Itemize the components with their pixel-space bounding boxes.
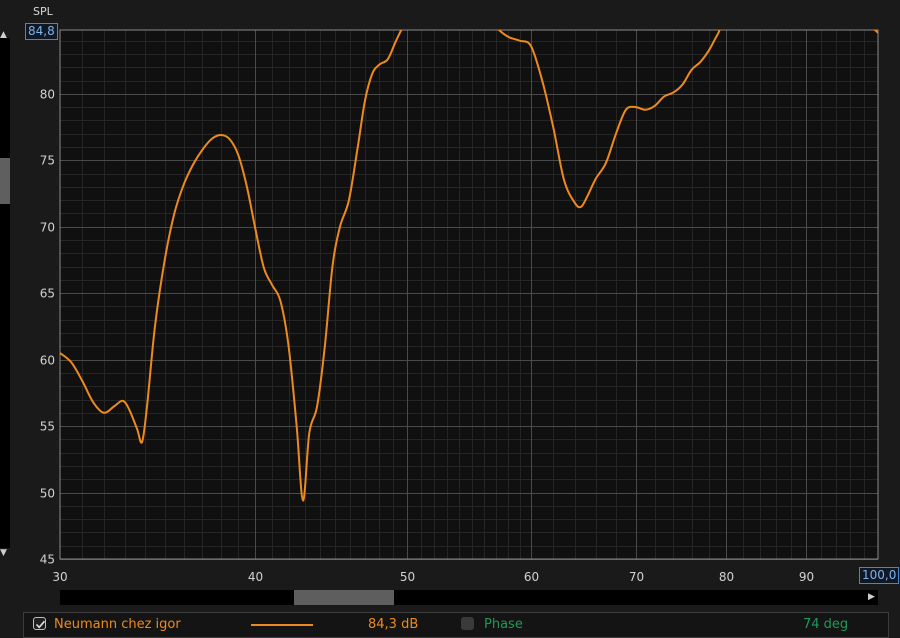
series-checkbox[interactable]	[33, 617, 46, 630]
plot-area: 80 75 70 65 60 55 50 45 30 40 50 60 70 80 90	[40, 29, 879, 584]
x-range-max-box[interactable]: 100,0	[859, 567, 900, 584]
y-range-max-box[interactable]: 84,8	[25, 23, 58, 40]
y-tick-label: 65	[40, 287, 55, 301]
y-tick-label: 55	[40, 420, 55, 434]
y-tick-label: 75	[40, 154, 55, 168]
y-tick-label: 70	[40, 221, 55, 235]
checkmark-icon	[35, 620, 46, 629]
series-line-swatch	[251, 624, 313, 626]
horizontal-scroll-thumb[interactable]	[294, 590, 394, 605]
phase-value: 74 deg	[803, 617, 849, 632]
y-tick-label: 60	[40, 354, 55, 368]
y-tick-label: 45	[40, 553, 55, 567]
scroll-right-arrow-icon[interactable]: ▶	[868, 593, 875, 602]
x-tick-label: 60	[524, 570, 539, 584]
x-tick-label: 30	[52, 570, 67, 584]
horizontal-scrollbar[interactable]	[60, 590, 878, 605]
x-tick-label: 80	[719, 570, 734, 584]
series-name-label: Neumann chez igor	[54, 617, 181, 632]
x-tick-label: 50	[400, 570, 415, 584]
x-tick-label: 70	[629, 570, 644, 584]
x-tick-label: 90	[799, 570, 814, 584]
y-tick-label: 80	[40, 88, 55, 102]
y-tick-label: 50	[40, 487, 55, 501]
series-value: 84,3 dB	[368, 617, 419, 632]
phase-checkbox[interactable]	[461, 617, 474, 630]
x-tick-label: 40	[248, 570, 263, 584]
phase-label: Phase	[484, 617, 523, 632]
